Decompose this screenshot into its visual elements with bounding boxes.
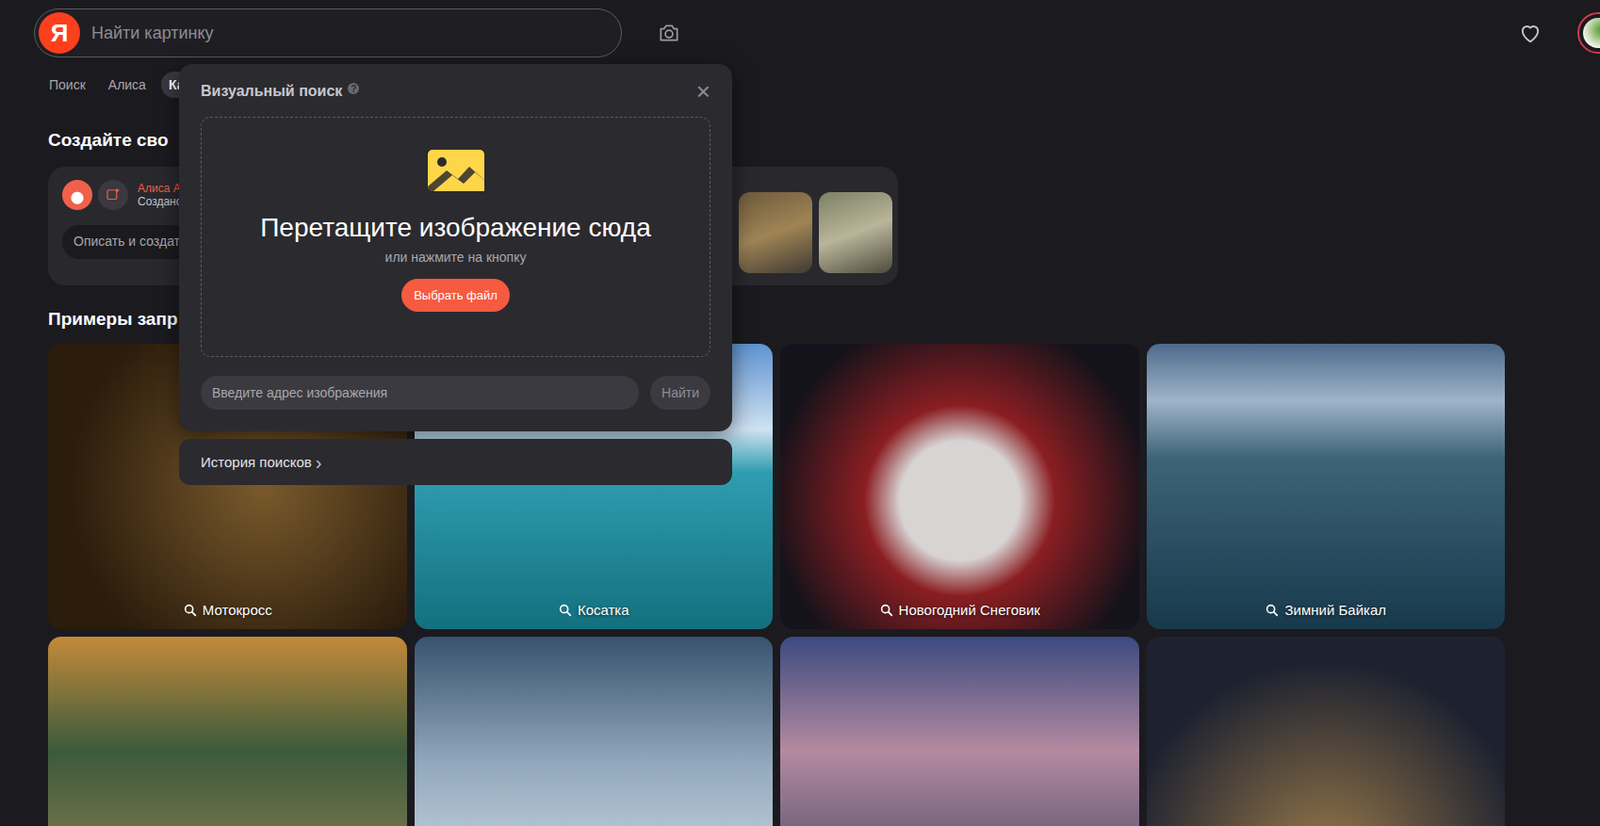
find-button[interactable]: Найти: [650, 375, 711, 410]
url-input[interactable]: [200, 375, 639, 410]
yandex-logo[interactable]: Я: [38, 12, 81, 54]
popup-main: Визуальный поиск? × Перетащите изображение…: [179, 64, 733, 432]
help-icon[interactable]: ?: [347, 82, 360, 95]
search-icon: [557, 603, 573, 619]
url-row: Найти: [200, 375, 711, 410]
page: ЯПоискАлисаКаСоздайте своАлиса АСозданоО…: [0, 0, 1600, 826]
chevron-icon: ›: [315, 455, 323, 471]
header: Я: [0, 0, 1600, 59]
caption-text: Новогодний Снеговик: [898, 602, 1041, 619]
image-icon: [427, 149, 485, 192]
alice-icon[interactable]: [62, 179, 93, 211]
drop-zone[interactable]: Перетащите изображение сюда или нажмите н…: [200, 116, 711, 358]
thumbnail[interactable]: [818, 192, 893, 274]
drop-hint: или нажмите на кнопку: [385, 249, 527, 265]
card-caption: Мотокросс: [182, 602, 273, 619]
caption-text: Зимний Байкал: [1284, 602, 1387, 619]
avatar-icon[interactable]: [1577, 12, 1600, 54]
search-icon: [879, 603, 895, 619]
history-link[interactable]: История поисков›: [179, 439, 733, 486]
card-caption: Зимний Байкал: [1264, 602, 1387, 619]
avatar-image: [1583, 17, 1600, 49]
card-caption: Косатка: [557, 602, 630, 619]
author-link[interactable]: Алиса А: [137, 181, 182, 196]
thumbnails: [738, 192, 893, 274]
popup-header: Визуальный поиск? ×: [200, 81, 711, 102]
search-icon: [1264, 603, 1280, 619]
example-card[interactable]: Новогодний Снеговик: [780, 343, 1140, 630]
search-icon: [182, 603, 198, 619]
drop-title: Перетащите изображение сюда: [260, 212, 652, 245]
example-card[interactable]: [48, 636, 408, 826]
search-input[interactable]: [89, 22, 610, 45]
card-caption: Новогодний Снеговик: [879, 602, 1041, 619]
nav-tab[interactable]: Поиск: [41, 71, 94, 98]
example-card[interactable]: [414, 636, 774, 826]
thumbnail[interactable]: [738, 192, 813, 274]
history-text: История поисков: [200, 454, 312, 471]
visual-search-popup: Визуальный поиск? × Перетащите изображение…: [179, 64, 733, 486]
heart-icon[interactable]: [1517, 19, 1544, 47]
image-plus-icon: [104, 186, 122, 204]
close-button[interactable]: ×: [696, 81, 711, 102]
example-card[interactable]: Зимний Байкал: [1146, 343, 1506, 630]
generate-icon[interactable]: [97, 179, 129, 211]
author-text: Алиса АСоздано: [137, 181, 182, 209]
camera-icon[interactable]: [656, 20, 682, 46]
example-card[interactable]: [780, 636, 1140, 826]
caption-text: Мотокросс: [202, 602, 273, 619]
search-bar[interactable]: Я: [33, 8, 622, 58]
caption-text: Косатка: [577, 602, 630, 619]
example-card[interactable]: [1146, 636, 1506, 826]
popup-title: Визуальный поиск: [200, 82, 343, 100]
choose-file-button[interactable]: Выбрать файл: [401, 278, 510, 312]
nav-tab[interactable]: Алиса: [100, 71, 154, 98]
author-subtitle: Создано: [137, 195, 182, 209]
